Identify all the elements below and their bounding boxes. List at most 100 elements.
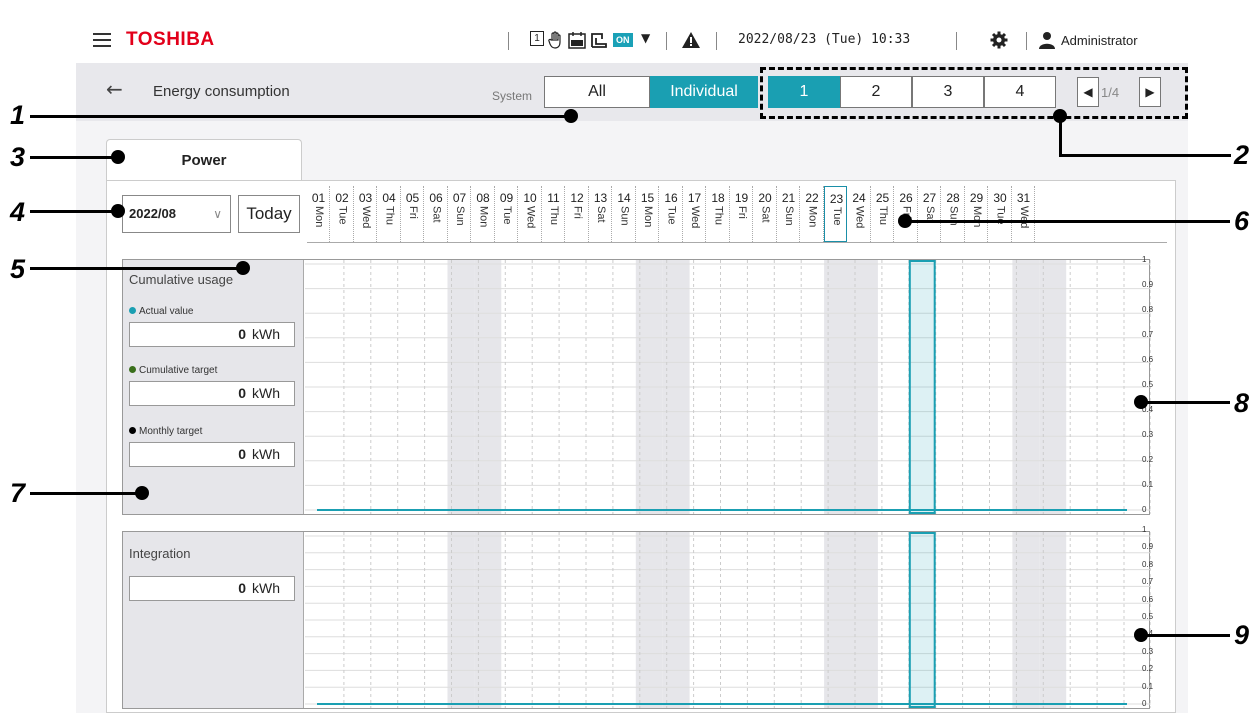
day-column-header[interactable]: 30 Tue	[989, 186, 1012, 242]
today-button[interactable]: Today	[238, 195, 300, 233]
system-label: System	[492, 89, 533, 103]
day-number: 03	[358, 191, 373, 205]
day-number: 10	[523, 191, 537, 205]
day-number: 25	[875, 191, 890, 205]
selected-day-highlight	[908, 260, 936, 514]
divider	[716, 32, 717, 50]
day-weekday: Sat	[595, 206, 607, 223]
y-tick-label: 0	[1142, 699, 1147, 708]
system-individual-button[interactable]: Individual	[650, 76, 758, 108]
month-value: 2022/08	[129, 206, 176, 221]
day-weekday: Wed	[1018, 206, 1030, 229]
actual-value-field: 0 kWh	[129, 322, 295, 347]
month-select[interactable]: 2022/08 ∨	[122, 195, 231, 233]
callout-label: 1	[10, 100, 26, 130]
day-column-header[interactable]: 19 Fri	[730, 186, 753, 242]
cumulative-side-panel: Cumulative usage Actual value 0 kWh Cumul…	[123, 260, 304, 514]
day-column-header[interactable]: 08 Mon	[472, 186, 495, 242]
day-number: 22	[805, 191, 819, 205]
day-weekday: Tue	[831, 207, 843, 226]
day-column-header[interactable]: 13 Sat	[589, 186, 612, 242]
callout-line	[30, 156, 118, 159]
warning-icon[interactable]	[681, 31, 701, 49]
day-column-header[interactable]: 28 Sun	[942, 186, 965, 242]
callout-line	[30, 492, 142, 495]
day-column-header[interactable]: 25 Thu	[871, 186, 894, 242]
day-column-header[interactable]: 01 Mon	[307, 186, 330, 242]
day-column-header[interactable]: 12 Fri	[566, 186, 589, 242]
day-column-header[interactable]: 16 Tue	[660, 186, 683, 242]
y-tick-label: 0.3	[1142, 646, 1154, 656]
day-number: 14	[617, 191, 631, 205]
back-arrow-icon[interactable]: ←	[106, 77, 123, 101]
day-number: 15	[640, 191, 655, 205]
divider	[666, 32, 667, 50]
y-tick-label: 0.8	[1142, 559, 1154, 569]
day-column-header[interactable]: 23 Tue	[824, 186, 847, 242]
callout-label: 7	[10, 478, 26, 508]
day-column-header[interactable]: 17 Wed	[683, 186, 706, 242]
day-column-header[interactable]: 02 Tue	[331, 186, 354, 242]
day-weekday: Sat	[430, 206, 443, 223]
schedule-off-icon	[568, 31, 586, 49]
day-number: 19	[734, 191, 749, 205]
day-column-header[interactable]: 24 Wed	[848, 186, 871, 242]
callout-line	[30, 210, 118, 213]
system-all-button[interactable]: All	[544, 76, 650, 108]
user-icon[interactable]	[1039, 31, 1055, 49]
day-weekday: Tue	[336, 206, 349, 225]
day-column-header[interactable]: 04 Thu	[378, 186, 401, 242]
day-number: 18	[711, 191, 725, 205]
day-column-header[interactable]: 18 Thu	[707, 186, 730, 242]
cumulative-title: Cumulative usage	[129, 272, 234, 287]
day-column-header[interactable]: 10 Wed	[519, 186, 542, 242]
day-column-header[interactable]: 05 Fri	[401, 186, 424, 242]
day-column-header[interactable]: 11 Thu	[542, 186, 565, 242]
day-number: 26	[899, 191, 913, 205]
day-number: 13	[593, 191, 608, 205]
day-number: 28	[946, 191, 960, 205]
callout-label: 5	[10, 254, 26, 284]
menu-icon[interactable]	[93, 33, 111, 47]
unit-number-icon: 1	[530, 31, 544, 46]
day-header-row: 01 Mon 02 Tue 03 Wed 04 Thu 05 Fri 06 Sat 07 Sun 08 Mon…	[307, 186, 1167, 242]
integration-plot	[305, 532, 1151, 708]
day-number: 29	[969, 191, 984, 205]
actual-value-label: Actual value	[129, 306, 193, 317]
divider	[508, 32, 509, 50]
username[interactable]: Administrator	[1061, 33, 1138, 51]
y-tick-label: 0.9	[1142, 280, 1154, 289]
day-column-header[interactable]: 29 Mon	[965, 186, 988, 242]
y-tick-label: 0.3	[1142, 430, 1154, 439]
tab-power[interactable]: Power	[106, 139, 302, 181]
day-column-header[interactable]: 21 Sun	[777, 186, 800, 242]
day-column-header[interactable]: 14 Sun	[613, 186, 636, 242]
day-column-header[interactable]: 06 Sat	[425, 186, 448, 242]
y-tick-label: 0.2	[1142, 664, 1154, 674]
day-column-header[interactable]: 03 Wed	[354, 186, 377, 242]
callout-label: 8	[1234, 388, 1250, 418]
dropdown-icon[interactable]: ▼	[641, 31, 650, 49]
day-weekday: Thu	[712, 206, 725, 225]
day-column-header[interactable]: 07 Sun	[448, 186, 471, 242]
day-column-header[interactable]: 31 Wed	[1012, 186, 1035, 242]
day-column-header[interactable]: 15 Mon	[636, 186, 659, 242]
selected-day-highlight	[908, 532, 936, 708]
day-weekday: Sun	[783, 206, 795, 226]
on-badge: ON	[613, 33, 633, 47]
day-weekday: Mon	[971, 206, 983, 228]
day-column-header[interactable]: 27 Sat	[918, 186, 941, 242]
day-number: 31	[1016, 191, 1031, 205]
day-number: 17	[687, 191, 702, 205]
cumulative-plot	[305, 260, 1151, 514]
day-number: 04	[382, 191, 396, 205]
y-tick-label: 0.9	[1142, 542, 1154, 552]
day-weekday: Thu	[383, 206, 396, 225]
cumulative-target-dot-icon	[129, 366, 136, 373]
gear-icon[interactable]	[990, 31, 1008, 49]
day-column-header[interactable]: 22 Mon	[801, 186, 824, 242]
y-tick-label: 0.6	[1142, 594, 1154, 604]
day-column-header[interactable]: 09 Tue	[495, 186, 518, 242]
callout-line	[30, 267, 243, 270]
day-column-header[interactable]: 20 Sat	[754, 186, 777, 242]
